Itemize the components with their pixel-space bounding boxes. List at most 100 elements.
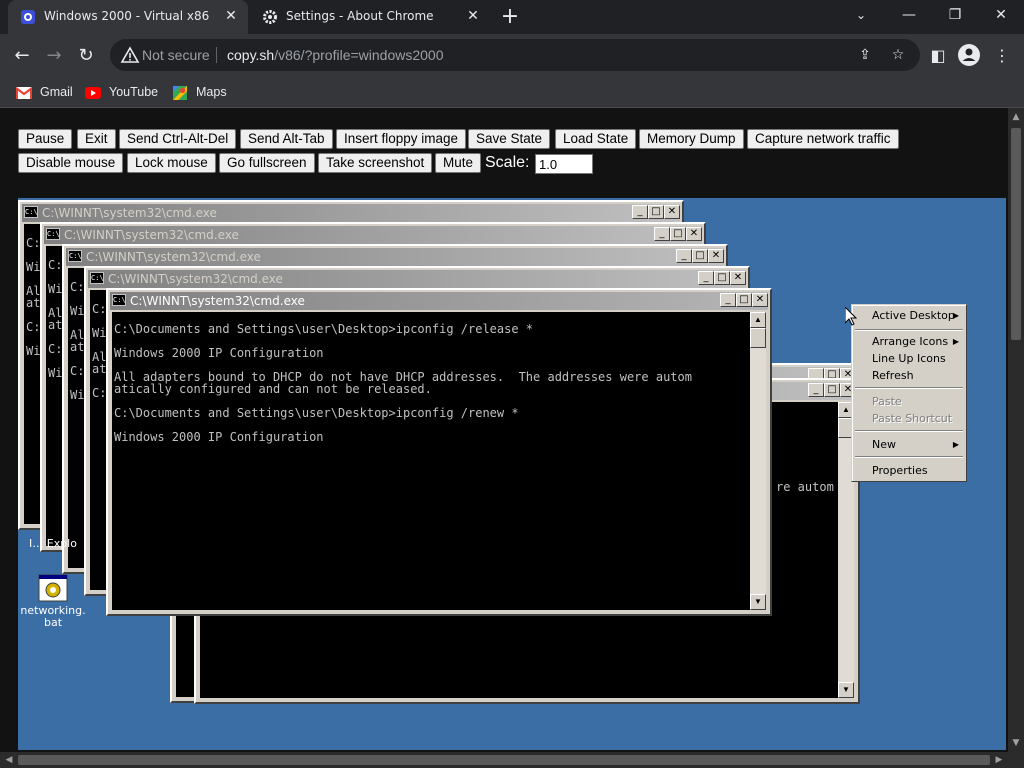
memory-dump-button[interactable]: Memory Dump (639, 129, 744, 149)
menu-item-line-up-icons[interactable]: Line Up Icons (855, 350, 963, 368)
console-scrollbar[interactable]: ▲ ▼ (750, 312, 766, 610)
scale-input[interactable] (535, 154, 593, 174)
maximize-icon[interactable]: □ (736, 293, 752, 307)
send-ctrl-alt-del-button[interactable]: Send Ctrl-Alt-Del (119, 129, 237, 149)
disable-mouse-button[interactable]: Disable mouse (18, 153, 124, 173)
window-title-bar[interactable]: C:\ C:\WINNT\system32\cmd.exe (44, 226, 702, 244)
more-menu-icon[interactable]: ⋮ (988, 42, 1016, 70)
save-state-button[interactable]: Save State (468, 129, 551, 149)
window-title-bar[interactable]: C:\ C:\WINNT\system32\cmd.exe (22, 204, 680, 222)
menu-item-properties[interactable]: Properties (855, 462, 963, 480)
bookmark-label: Maps (196, 85, 227, 99)
warning-icon[interactable] (120, 45, 140, 65)
menu-item-label: Paste (872, 395, 902, 408)
reload-icon[interactable]: ↻ (72, 42, 100, 70)
insert-floppy-button[interactable]: Insert floppy image (336, 129, 467, 149)
menu-separator (855, 329, 963, 331)
minimize-icon[interactable]: _ (676, 249, 692, 263)
emulator-screen[interactable]: _ □ ✕ ▲ ▼ _ □ ✕ re autom ▲ ▼ C:\ C:\WINNT… (18, 198, 1006, 750)
close-icon[interactable]: ✕ (686, 227, 702, 241)
close-icon[interactable]: ✕ (752, 293, 768, 307)
menu-item-active-desktop[interactable]: Active Desktop ▶ (855, 307, 963, 325)
address-bar[interactable]: Not secure copy.sh/v86/?profile=windows2… (110, 39, 920, 71)
console-text: Wi (26, 260, 41, 274)
console-text: C: (70, 280, 85, 294)
new-tab-button[interactable]: + (498, 5, 522, 29)
console-text: C: (26, 236, 41, 250)
desktop-icon-internet-explorer[interactable]: I… Explo (28, 538, 78, 550)
restore-button[interactable]: ❐ (932, 0, 978, 32)
profile-avatar-icon[interactable] (958, 44, 980, 66)
close-window-button[interactable]: ✕ (978, 0, 1024, 32)
close-icon[interactable]: ✕ (664, 205, 680, 219)
maximize-icon[interactable]: □ (692, 249, 708, 263)
minimize-icon[interactable]: _ (698, 271, 714, 285)
side-panel-icon[interactable]: ◧ (924, 42, 952, 70)
minimize-button[interactable]: — (886, 0, 932, 32)
maximize-icon[interactable]: □ (714, 271, 730, 285)
cmd-icon: C:\ (46, 228, 60, 240)
pause-button[interactable]: Pause (18, 129, 73, 149)
bookmark-maps[interactable]: Maps (172, 83, 227, 101)
url-path: /v86/?profile=windows2000 (274, 47, 444, 63)
scroll-left-icon[interactable]: ◀ (2, 753, 16, 767)
tab-settings[interactable]: Settings - About Chrome ✕ (250, 0, 490, 34)
menu-item-label: Active Desktop (872, 309, 955, 322)
scroll-up-icon[interactable]: ▲ (750, 312, 766, 328)
load-state-button[interactable]: Load State (555, 129, 637, 149)
console-area[interactable]: C:\Documents and Settings\user\Desktop>i… (112, 312, 766, 610)
star-icon[interactable]: ☆ (888, 45, 908, 65)
go-fullscreen-button[interactable]: Go fullscreen (219, 153, 315, 173)
forward-icon[interactable]: → (40, 42, 68, 70)
close-tab-icon[interactable]: ✕ (222, 7, 240, 25)
scroll-thumb[interactable] (1011, 128, 1021, 340)
scroll-down-icon[interactable]: ▼ (838, 682, 854, 698)
maximize-icon[interactable]: □ (824, 383, 840, 397)
menu-item-refresh[interactable]: Refresh (855, 367, 963, 385)
scroll-thumb[interactable] (18, 755, 990, 765)
scroll-down-icon[interactable]: ▼ (750, 594, 766, 610)
minimize-icon[interactable]: _ (808, 383, 824, 397)
close-icon[interactable]: ✕ (730, 271, 746, 285)
v86-icon (21, 10, 35, 24)
desktop-icon-label: I… Explo (29, 537, 77, 550)
window-title-bar[interactable]: C:\ C:\WINNT\system32\cmd.exe (88, 270, 746, 288)
cmd-window-active[interactable]: C:\ C:\WINNT\system32\cmd.exe _ □ ✕ C:\Do… (106, 288, 772, 616)
tab-search-icon[interactable]: ⌄ (838, 0, 884, 32)
bookmark-gmail[interactable]: Gmail (16, 83, 73, 101)
window-title: C:\WINNT\system32\cmd.exe (64, 228, 239, 242)
window-title-bar[interactable]: C:\ C:\WINNT\system32\cmd.exe (110, 292, 768, 310)
scroll-down-icon[interactable]: ▼ (1009, 736, 1023, 750)
bookmark-youtube[interactable]: YouTube (85, 83, 158, 101)
send-alt-tab-button[interactable]: Send Alt-Tab (240, 129, 333, 149)
url-text[interactable]: copy.sh/v86/?profile=windows2000 (227, 47, 444, 63)
close-tab-icon[interactable]: ✕ (464, 7, 482, 25)
maximize-icon[interactable]: □ (648, 205, 664, 219)
maximize-icon[interactable]: □ (670, 227, 686, 241)
tab-windows-2000[interactable]: Windows 2000 - Virtual x86 ✕ (8, 0, 248, 34)
scroll-up-icon[interactable]: ▲ (1009, 110, 1023, 124)
scroll-right-icon[interactable]: ▶ (992, 753, 1006, 767)
share-icon[interactable]: ⇪ (855, 45, 875, 65)
scroll-thumb[interactable] (750, 328, 766, 348)
desktop-icon-networking-bat[interactable]: networking.bat (20, 574, 86, 629)
window-title: C:\WINNT\system32\cmd.exe (42, 206, 217, 220)
bookmarks-bar: Gmail YouTube Maps (0, 76, 1024, 108)
mute-button[interactable]: Mute (435, 153, 482, 173)
console-line: Windows 2000 IP Configuration (114, 346, 324, 360)
menu-item-new[interactable]: New ▶ (855, 436, 963, 454)
back-icon[interactable]: ← (8, 42, 36, 70)
browser-chrome: Windows 2000 - Virtual x86 ✕ Settings - … (0, 0, 1024, 108)
lock-mouse-button[interactable]: Lock mouse (127, 153, 216, 173)
minimize-icon[interactable]: _ (632, 205, 648, 219)
close-icon[interactable]: ✕ (708, 249, 724, 263)
page-vertical-scrollbar[interactable]: ▲ ▼ (1008, 108, 1024, 752)
page-horizontal-scrollbar[interactable]: ◀ ▶ (0, 752, 1024, 768)
exit-button[interactable]: Exit (77, 129, 116, 149)
take-screenshot-button[interactable]: Take screenshot (318, 153, 433, 173)
window-title-bar[interactable]: C:\ C:\WINNT\system32\cmd.exe (66, 248, 724, 266)
capture-network-button[interactable]: Capture network traffic (747, 129, 899, 149)
menu-item-arrange-icons[interactable]: Arrange Icons ▶ (855, 333, 963, 351)
minimize-icon[interactable]: _ (654, 227, 670, 241)
minimize-icon[interactable]: _ (720, 293, 736, 307)
